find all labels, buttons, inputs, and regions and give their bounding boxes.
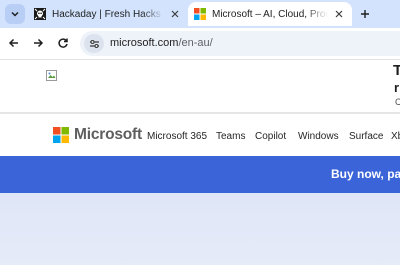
nav-link-copilot[interactable]: Copilot — [255, 131, 286, 142]
forward-button[interactable] — [28, 33, 48, 53]
nav-link-xbox[interactable]: Xb — [391, 131, 400, 142]
tab-strip: Hackaday | Fresh Hacks Every Day Microso… — [0, 0, 400, 28]
new-tab-button[interactable] — [356, 5, 374, 23]
url-path: /en-au/ — [178, 37, 213, 49]
promo-link[interactable]: Buy now, pay — [331, 167, 400, 181]
reload-button[interactable] — [53, 33, 73, 53]
url-host: microsoft.com — [110, 37, 179, 49]
arrow-left-icon — [8, 38, 18, 48]
nav-link-microsoft-365[interactable]: Microsoft 365 — [147, 131, 207, 142]
browser-toolbar: microsoft.com/en-au/ — [0, 28, 400, 60]
back-button[interactable] — [4, 33, 24, 53]
address-bar[interactable]: microsoft.com/en-au/ — [80, 31, 400, 56]
hackaday-skull-icon — [34, 8, 46, 20]
nav-link-teams[interactable]: Teams — [216, 131, 245, 142]
close-icon — [335, 10, 343, 18]
tab-title: Hackaday | Fresh Hacks Every Day — [52, 8, 164, 20]
microsoft-logo-icon — [194, 8, 206, 20]
tab-microsoft[interactable]: Microsoft – AI, Cloud, Productivity — [188, 2, 352, 26]
banner-text-fragment: C — [395, 97, 400, 107]
arrow-right-icon — [34, 38, 44, 48]
top-banner: T r C — [0, 60, 400, 111]
chevron-down-icon — [11, 11, 19, 17]
broken-image-icon — [46, 70, 57, 81]
site-info-button[interactable] — [84, 34, 104, 53]
site-header: Microsoft Microsoft 365 Teams Copilot Wi… — [0, 114, 400, 156]
reload-icon — [58, 38, 68, 48]
tab-hackaday[interactable]: Hackaday | Fresh Hacks Every Day — [28, 2, 188, 26]
banner-subheading-fragment: r — [394, 80, 400, 95]
tab-search-button[interactable] — [5, 4, 25, 24]
close-tab-button[interactable] — [168, 7, 182, 21]
nav-link-windows[interactable]: Windows — [298, 131, 339, 142]
microsoft-logo-icon[interactable] — [53, 127, 69, 143]
close-tab-button[interactable] — [332, 7, 346, 21]
url-text: microsoft.com/en-au/ — [110, 37, 213, 49]
nav-link-surface[interactable]: Surface — [349, 131, 383, 142]
close-icon — [171, 10, 179, 18]
tune-icon — [89, 39, 99, 48]
plus-icon — [361, 10, 369, 18]
hero-section — [0, 193, 400, 265]
brand-wordmark[interactable]: Microsoft — [74, 126, 142, 144]
tab-title: Microsoft – AI, Cloud, Productivity — [212, 8, 328, 20]
promo-banner[interactable]: Buy now, pay — [0, 156, 400, 193]
page-content: T r C Microsoft Microsoft 365 Teams Copi… — [0, 60, 400, 265]
banner-heading-fragment: T — [393, 62, 400, 79]
